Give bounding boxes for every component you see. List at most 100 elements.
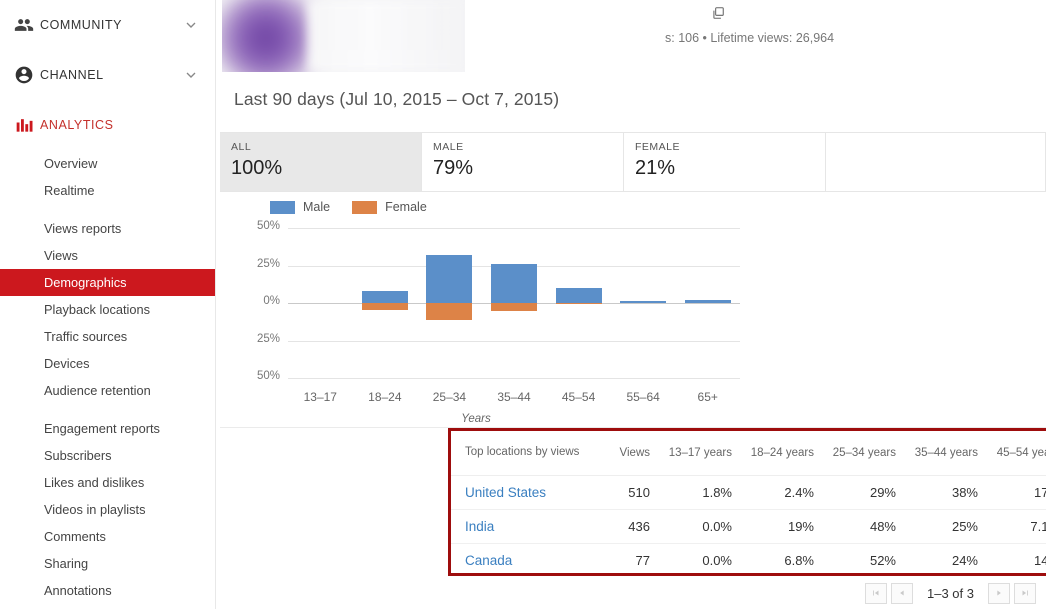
cell-a18_24: 6.8% <box>741 543 823 573</box>
table-row: United States5101.8%2.4%29%38%17%5.5%6.1… <box>451 475 1046 510</box>
cell-a18_24: 2.4% <box>741 475 823 510</box>
table-row: Canada770.0%6.8%52%24%14%0.0%3.4% <box>451 543 1046 573</box>
chevron-down-icon[interactable] <box>183 17 199 33</box>
stat-tab-label: MALE <box>433 141 464 153</box>
location-link[interactable]: India <box>451 509 601 544</box>
chart-x-tick: 13–17 <box>303 390 337 404</box>
people-icon <box>14 15 40 35</box>
chart-y-tick: 25% <box>256 257 280 270</box>
table-header-5[interactable]: 35–44 years <box>905 431 987 476</box>
chart-x-tick: 35–44 <box>497 390 531 404</box>
sidebar-group-channel[interactable]: CHANNEL <box>0 50 215 100</box>
table-header-1[interactable]: Views <box>601 431 659 476</box>
legend-item-female[interactable]: Female <box>352 200 427 214</box>
sidebar-item-label: Playback locations <box>44 302 150 317</box>
bar-male-18–24[interactable] <box>361 291 408 303</box>
location-link[interactable]: Canada <box>451 543 601 573</box>
sidebar-item-demographics[interactable]: Demographics <box>0 269 215 296</box>
sidebar-divider <box>0 204 215 215</box>
table-header-0[interactable]: Top locations by views <box>451 431 601 476</box>
chevron-down-icon[interactable] <box>183 67 199 83</box>
sidebar-item-label: Views <box>44 248 78 263</box>
legend-item-male[interactable]: Male <box>270 200 330 214</box>
cell-a35_44: 38% <box>905 475 987 510</box>
date-range-title: Last 90 days (Jul 10, 2015 – Oct 7, 2015… <box>234 89 560 109</box>
sidebar-item-label: Audience retention <box>44 383 151 398</box>
sidebar-group-analytics[interactable]: ANALYTICS <box>0 100 215 150</box>
sidebar-item-likes-and-dislikes[interactable]: Likes and dislikes <box>0 469 215 496</box>
sidebar-group-community[interactable]: COMMUNITY <box>0 0 215 50</box>
first-page-icon[interactable] <box>865 582 887 604</box>
bar-male-35–44[interactable] <box>491 264 537 303</box>
bar-female-18–24[interactable] <box>361 303 408 310</box>
next-page-icon[interactable] <box>988 582 1010 604</box>
stat-tab-all[interactable]: ALL 100% <box>220 133 422 191</box>
cell-a35_44: 24% <box>905 543 987 573</box>
sidebar-item-playback-locations[interactable]: Playback locations <box>0 296 215 323</box>
last-page-icon[interactable] <box>1014 582 1036 604</box>
chart-y-tick: 25% <box>256 332 280 345</box>
sidebar-item-engagement-reports[interactable]: Engagement reports <box>0 415 215 442</box>
sidebar-item-realtime[interactable]: Realtime <box>0 177 215 204</box>
prev-page-icon[interactable] <box>891 582 913 604</box>
thumbnail-blur-sheet <box>308 0 465 72</box>
table-row: India4360.0%19%48%25%7.1%1.8%0.0% <box>451 509 1046 544</box>
chart-x-axis-title: Years <box>461 413 491 425</box>
video-header: s: 106 • Lifetime views: 26,964 <box>216 0 1046 75</box>
table-header-3[interactable]: 18–24 years <box>741 431 823 476</box>
copy-icon[interactable] <box>711 6 725 25</box>
sidebar-item-annotations[interactable]: Annotations <box>0 577 215 604</box>
cell-a45_54: 7.1% <box>987 509 1046 544</box>
sidebar-item-cards[interactable]: CardsBETA <box>0 604 215 609</box>
sidebar-item-views-reports[interactable]: Views reports <box>0 215 215 242</box>
chart-x-tick: 25–34 <box>432 390 467 404</box>
sidebar-item-traffic-sources[interactable]: Traffic sources <box>0 323 215 350</box>
sidebar-item-overview[interactable]: Overview <box>0 150 215 177</box>
sidebar-item-label: Demographics <box>44 275 127 290</box>
bar-male-45–54[interactable] <box>555 288 602 303</box>
table-header-row: Top locations by views Views 13–17 years 18… <box>451 431 1046 476</box>
bar-male-55–64[interactable] <box>620 300 667 303</box>
chart-y-tick: 50% <box>256 220 280 232</box>
sidebar-item-label: Devices <box>44 356 90 371</box>
sidebar-item-sharing[interactable]: Sharing <box>0 550 215 577</box>
sidebar-item-subscribers[interactable]: Subscribers <box>0 442 215 469</box>
bar-male-25–34[interactable] <box>426 255 473 303</box>
sidebar-group-label: ANALYTICS <box>40 118 114 132</box>
stat-tab-female[interactable]: FEMALE 21% <box>624 133 826 191</box>
sidebar-item-label: Engagement reports <box>44 421 160 436</box>
cell-a45_54: 14% <box>987 543 1046 573</box>
chart-x-tick: 18–24 <box>368 390 402 404</box>
cell-views: 510 <box>601 475 659 510</box>
sidebar-item-videos-in-playlists[interactable]: Videos in playlists <box>0 496 215 523</box>
sidebar-item-label: Views reports <box>44 221 122 236</box>
video-thumbnail[interactable] <box>222 0 465 72</box>
cell-a18_24: 19% <box>741 509 823 544</box>
location-link[interactable]: United States <box>451 475 601 510</box>
sidebar-item-label: Likes and dislikes <box>44 475 145 490</box>
sidebar-group-label: CHANNEL <box>40 68 104 82</box>
table-pagination: 1–3 of 3 <box>863 580 1038 606</box>
sidebar-item-comments[interactable]: Comments <box>0 523 215 550</box>
table-header-4[interactable]: 25–34 years <box>823 431 905 476</box>
cell-a25_34: 48% <box>823 509 905 544</box>
locations-table: Top locations by views Views 13–17 years 18… <box>451 431 1046 573</box>
chart-legend: Male Female <box>270 200 449 214</box>
stat-tab-label: FEMALE <box>635 141 681 153</box>
cell-a13_17: 0.0% <box>659 509 741 544</box>
sidebar-item-devices[interactable]: Devices <box>0 350 215 377</box>
analytics-page: COMMUNITY CHANNEL ANALYTICS Overview Rea… <box>0 0 1046 609</box>
bar-female-45–54[interactable] <box>555 303 602 305</box>
sidebar-item-label: Comments <box>44 529 106 544</box>
legend-label: Male <box>303 200 331 214</box>
table-header-6[interactable]: 45–54 years <box>987 431 1046 476</box>
sidebar-item-label: Sharing <box>44 556 89 571</box>
sidebar-item-views[interactable]: Views <box>0 242 215 269</box>
bar-female-35–44[interactable] <box>491 303 537 311</box>
table-header-2[interactable]: 13–17 years <box>659 431 741 476</box>
stat-tab-male[interactable]: MALE 79% <box>422 133 624 191</box>
sidebar-item-audience-retention[interactable]: Audience retention <box>0 377 215 404</box>
bar-female-25–34[interactable] <box>426 303 473 320</box>
chart-x-tick: 55–64 <box>626 390 660 404</box>
bar-male-65+[interactable] <box>684 300 731 303</box>
